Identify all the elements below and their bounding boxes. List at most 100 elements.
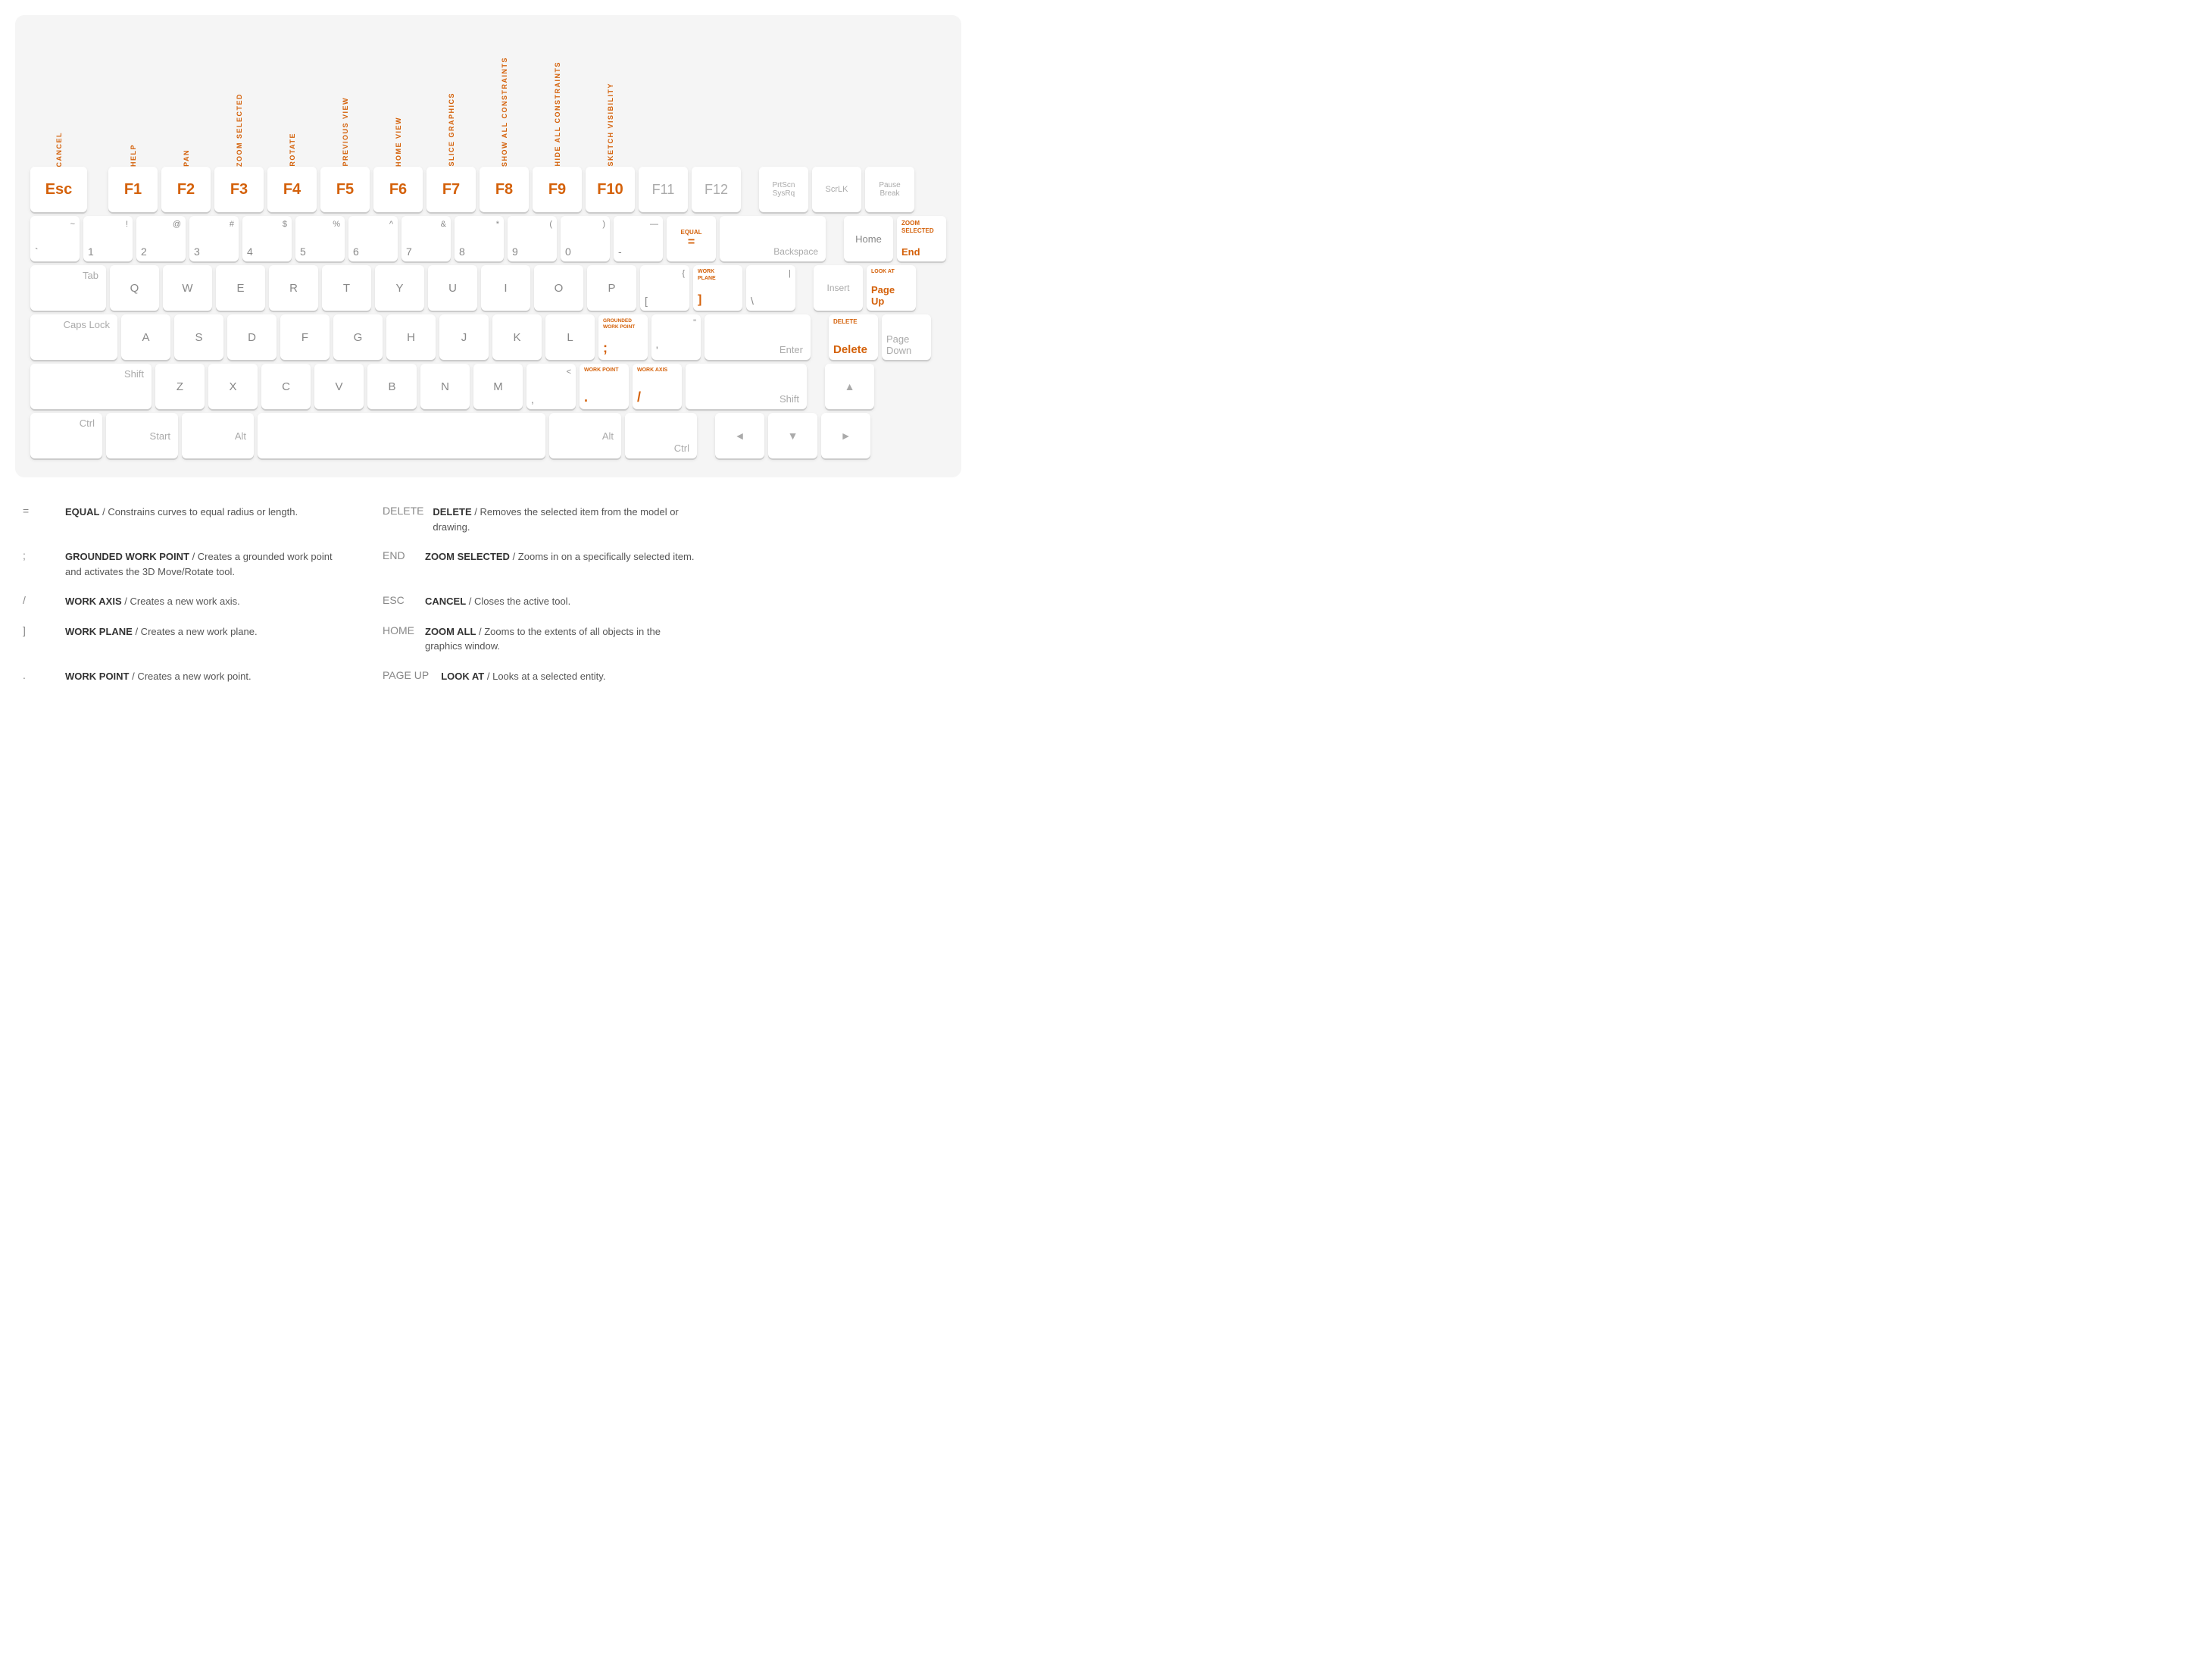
- key-v[interactable]: V: [314, 364, 364, 409]
- key-7[interactable]: & 7: [401, 216, 451, 261]
- key-rctrl[interactable]: Ctrl: [625, 413, 697, 458]
- key-arrow-left[interactable]: ◄: [715, 413, 764, 458]
- key-r[interactable]: R: [269, 265, 318, 311]
- key-3[interactable]: # 3: [189, 216, 239, 261]
- key-f1[interactable]: F1: [108, 167, 158, 212]
- key-comma[interactable]: < ,: [526, 364, 576, 409]
- key-arrow-up[interactable]: ▲: [825, 364, 874, 409]
- key-f[interactable]: F: [280, 314, 330, 360]
- comma-bot: ,: [531, 393, 534, 405]
- key-prtscn[interactable]: PrtScn SysRq: [759, 167, 808, 212]
- key-q[interactable]: Q: [110, 265, 159, 311]
- o-label: O: [555, 282, 564, 295]
- key-6[interactable]: ^ 6: [348, 216, 398, 261]
- key-j[interactable]: J: [439, 314, 489, 360]
- key-pipe[interactable]: | \: [746, 265, 795, 311]
- key-space[interactable]: [258, 413, 545, 458]
- key-f6[interactable]: F6: [373, 167, 423, 212]
- key-s[interactable]: S: [174, 314, 223, 360]
- key-4[interactable]: $ 4: [242, 216, 292, 261]
- key-f2[interactable]: F2: [161, 167, 211, 212]
- key-f12[interactable]: F12: [692, 167, 741, 212]
- key-equal[interactable]: EQUAL =: [667, 216, 716, 261]
- key-rshift[interactable]: Shift: [686, 364, 807, 409]
- key-lalt[interactable]: Alt: [182, 413, 254, 458]
- n7-top: &: [441, 220, 446, 229]
- key-w[interactable]: W: [163, 265, 212, 311]
- key-f3[interactable]: F3: [214, 167, 264, 212]
- key-lctrl[interactable]: Ctrl: [30, 413, 102, 458]
- key-0[interactable]: ) 0: [561, 216, 610, 261]
- key-d[interactable]: D: [227, 314, 276, 360]
- key-5[interactable]: % 5: [295, 216, 345, 261]
- key-tilde[interactable]: ~ `: [30, 216, 80, 261]
- key-g[interactable]: G: [333, 314, 383, 360]
- key-end[interactable]: ZOOM SELECTED End: [897, 216, 946, 261]
- key-n[interactable]: N: [420, 364, 470, 409]
- key-period[interactable]: WORK POINT .: [580, 364, 629, 409]
- key-slash[interactable]: WORK AXIS /: [633, 364, 682, 409]
- legend-desc-equal: / Constrains curves to equal radius or l…: [100, 506, 298, 518]
- key-semicolon[interactable]: GROUNDED WORK POINT ;: [598, 314, 648, 360]
- key-lshift[interactable]: Shift: [30, 364, 152, 409]
- key-1[interactable]: ! 1: [83, 216, 133, 261]
- key-tab[interactable]: Tab: [30, 265, 106, 311]
- key-ralt[interactable]: Alt: [549, 413, 621, 458]
- key-e[interactable]: E: [216, 265, 265, 311]
- workplane-annot-line2: PLANE: [698, 276, 716, 282]
- key-f7[interactable]: F7: [426, 167, 476, 212]
- key-b[interactable]: B: [367, 364, 417, 409]
- key-f8[interactable]: F8: [480, 167, 529, 212]
- key-9[interactable]: ( 9: [508, 216, 557, 261]
- key-t[interactable]: T: [322, 265, 371, 311]
- n2-top: @: [173, 220, 181, 229]
- key-pageup[interactable]: LOOK AT Page Up: [867, 265, 916, 311]
- key-f4[interactable]: F4: [267, 167, 317, 212]
- key-c[interactable]: C: [261, 364, 311, 409]
- legend-bold-semi: GROUNDED WORK POINT: [65, 551, 189, 562]
- key-o[interactable]: O: [534, 265, 583, 311]
- key-f5[interactable]: F5: [320, 167, 370, 212]
- key-home[interactable]: Home: [844, 216, 893, 261]
- key-lbracket[interactable]: { [: [640, 265, 689, 311]
- key-delete[interactable]: DELETE Delete: [829, 314, 878, 360]
- n3-top: #: [230, 220, 234, 229]
- key-pagedown[interactable]: Page Down: [882, 314, 931, 360]
- legend-key-delete: DELETE: [383, 505, 420, 517]
- key-f10[interactable]: F10: [586, 167, 635, 212]
- key-dash[interactable]: — -: [614, 216, 663, 261]
- key-x[interactable]: X: [208, 364, 258, 409]
- key-capslock[interactable]: Caps Lock: [30, 314, 117, 360]
- key-u[interactable]: U: [428, 265, 477, 311]
- key-m[interactable]: M: [473, 364, 523, 409]
- key-rbracket[interactable]: WORK PLANE ]: [693, 265, 742, 311]
- key-enter[interactable]: Enter: [705, 314, 811, 360]
- w-label: W: [182, 282, 192, 295]
- fn-label-f10: SKETCH VISIBILITY: [586, 38, 635, 167]
- key-insert[interactable]: Insert: [814, 265, 863, 311]
- key-arrow-down[interactable]: ▼: [768, 413, 817, 458]
- key-i[interactable]: I: [481, 265, 530, 311]
- key-h[interactable]: H: [386, 314, 436, 360]
- key-esc[interactable]: Esc: [30, 167, 87, 212]
- key-z[interactable]: Z: [155, 364, 205, 409]
- key-k[interactable]: K: [492, 314, 542, 360]
- key-f9[interactable]: F9: [533, 167, 582, 212]
- key-quote[interactable]: " ': [651, 314, 701, 360]
- key-8[interactable]: * 8: [455, 216, 504, 261]
- key-2[interactable]: @ 2: [136, 216, 186, 261]
- key-arrow-right[interactable]: ►: [821, 413, 870, 458]
- key-f11[interactable]: F11: [639, 167, 688, 212]
- caps-row: Caps Lock A S D F G H J K L: [30, 314, 946, 360]
- key-p[interactable]: P: [587, 265, 636, 311]
- key-y[interactable]: Y: [375, 265, 424, 311]
- key-a[interactable]: A: [121, 314, 170, 360]
- key-scrlk[interactable]: ScrLK: [812, 167, 861, 212]
- key-l[interactable]: L: [545, 314, 595, 360]
- num-row: ~ ` ! 1 @ 2 # 3 $ 4 % 5 ^ 6: [30, 216, 946, 261]
- g-label: G: [354, 331, 363, 344]
- z-label: Z: [177, 380, 183, 393]
- key-pause[interactable]: Pause Break: [865, 167, 914, 212]
- key-backspace[interactable]: Backspace: [720, 216, 826, 261]
- key-start[interactable]: Start: [106, 413, 178, 458]
